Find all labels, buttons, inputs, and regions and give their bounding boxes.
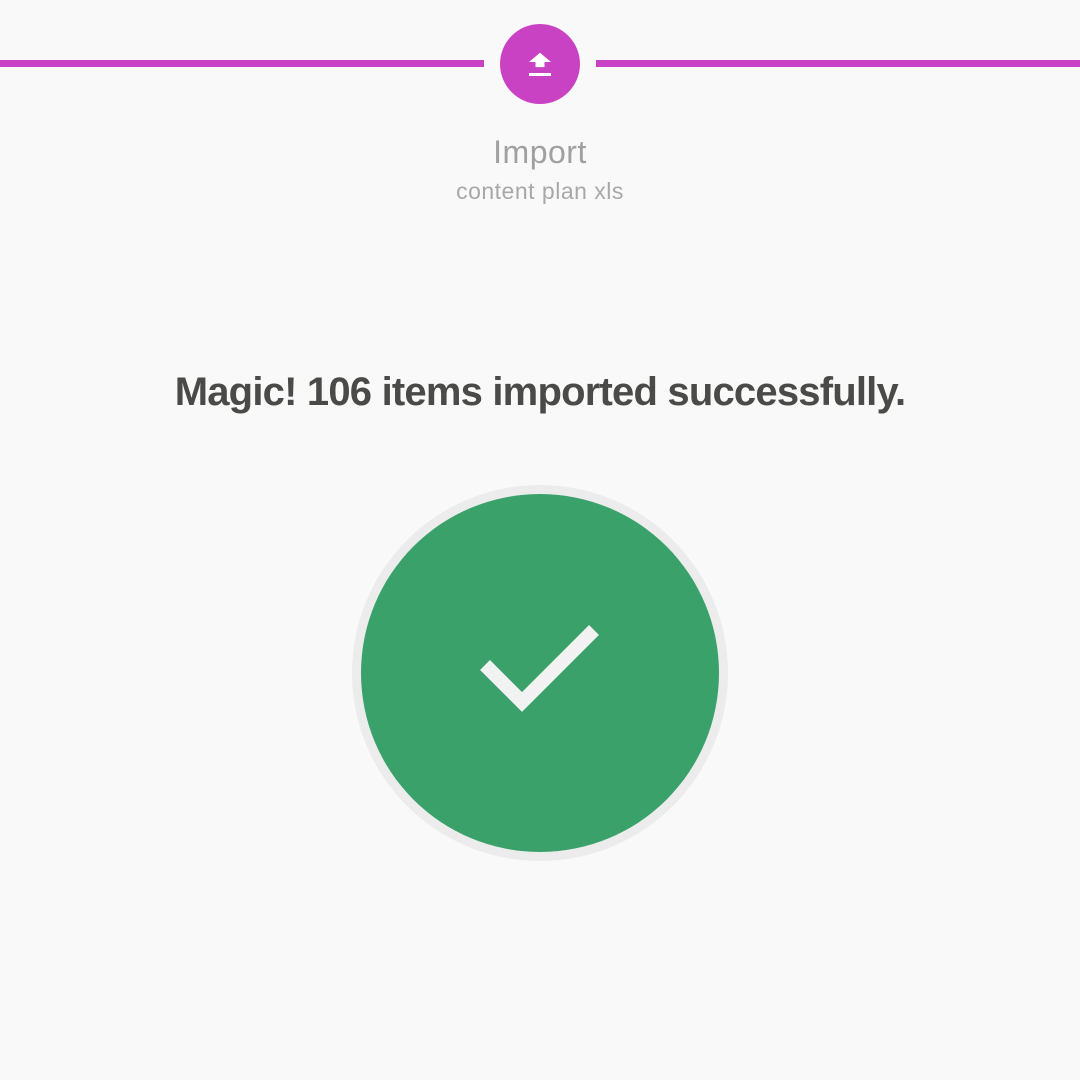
import-success-screen: Import content plan xls Magic! 106 items… xyxy=(0,0,1080,1080)
step-subtitle: content plan xls xyxy=(456,178,624,204)
stepper-line-right xyxy=(596,60,1080,67)
stepper-line-left xyxy=(0,60,484,67)
step-import-indicator xyxy=(500,24,580,104)
import-result-message: Magic! 106 items imported successfully. xyxy=(174,370,906,414)
step-title: Import xyxy=(493,134,587,170)
upload-icon xyxy=(528,52,552,76)
checkmark-icon xyxy=(470,620,610,725)
